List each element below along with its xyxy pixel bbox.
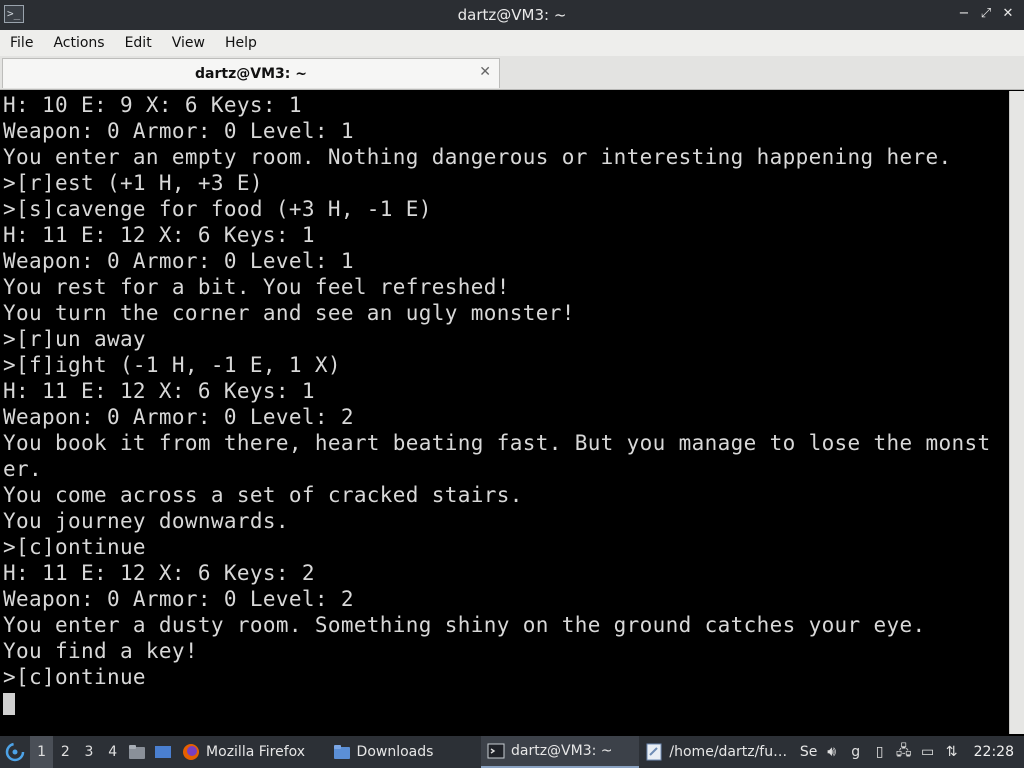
terminal-scrollbar[interactable] — [1009, 91, 1024, 734]
terminal-line: er. — [3, 457, 42, 481]
terminal-line: >[f]ight (-1 H, -1 E, 1 X) — [3, 353, 341, 377]
terminal-line: You find a key! — [3, 639, 198, 663]
terminal-line: Weapon: 0 Armor: 0 Level: 2 — [3, 587, 354, 611]
terminal-icon — [487, 743, 505, 759]
taskbar: 1 2 3 4 Mozilla Firefox Downloads dartz@… — [0, 736, 1024, 768]
task-settings[interactable]: Se — [798, 736, 822, 768]
terminal-line: You turn the corner and see an ugly mons… — [3, 301, 575, 325]
terminal-line: Weapon: 0 Armor: 0 Level: 1 — [3, 249, 354, 273]
terminal-app-icon: >_ — [4, 5, 24, 23]
firefox-icon — [183, 744, 200, 760]
window-controls: − ⤢ ✕ — [954, 4, 1018, 24]
workspace-1[interactable]: 1 — [29, 736, 54, 768]
terminal-line: >[s]cavenge for food (+3 H, -1 E) — [3, 197, 432, 221]
task-text-editor[interactable]: /home/dartz/fu… — [639, 736, 797, 768]
folder-icon — [333, 745, 350, 759]
clipboard-icon[interactable]: ▯ — [870, 744, 890, 760]
terminal-line: H: 11 E: 12 X: 6 Keys: 2 — [3, 561, 315, 585]
terminal-line: H: 11 E: 12 X: 6 Keys: 1 — [3, 379, 315, 403]
tab-close-icon[interactable]: ✕ — [479, 64, 491, 80]
task-label: Mozilla Firefox — [206, 744, 306, 760]
app-menu-icon — [5, 742, 25, 762]
tab-label: dartz@VM3: ~ — [195, 65, 307, 82]
volume-icon[interactable]: 🔊︎ — [822, 744, 842, 760]
workspace-2[interactable]: 2 — [53, 736, 77, 768]
menu-file[interactable]: File — [4, 30, 39, 56]
screen-icon[interactable]: ▭ — [918, 744, 938, 760]
task-firefox[interactable]: Mozilla Firefox — [176, 736, 327, 768]
terminal-line: >[c]ontinue — [3, 665, 146, 689]
clock[interactable]: 22:28 — [966, 744, 1020, 760]
terminal-line: Weapon: 0 Armor: 0 Level: 1 — [3, 119, 354, 143]
terminal-line: You enter a dusty room. Something shiny … — [3, 613, 926, 637]
terminal-line: H: 11 E: 12 X: 6 Keys: 1 — [3, 223, 315, 247]
network-icon[interactable]: 🖧︎ — [894, 740, 914, 764]
workspace-3[interactable]: 3 — [77, 736, 101, 768]
system-tray: 🔊︎ g ▯ 🖧︎ ▭ ⇅ 22:28 — [822, 740, 1024, 764]
maximize-button[interactable]: ⤢ — [976, 4, 996, 24]
task-label: Downloads — [356, 744, 434, 760]
terminal-line: >[r]est (+1 H, +3 E) — [3, 171, 263, 195]
menu-help[interactable]: Help — [219, 30, 263, 56]
window-title: dartz@VM3: ~ — [457, 6, 567, 24]
menu-bar: File Actions Edit View Help — [0, 30, 1024, 56]
text-cursor — [3, 693, 15, 715]
terminal-line: You book it from there, heart beating fa… — [3, 431, 991, 455]
terminal-cursor-line — [3, 690, 1009, 716]
task-terminal[interactable]: dartz@VM3: ~ — [481, 736, 640, 768]
terminal-line: You journey downwards. — [3, 509, 289, 533]
terminal-line: H: 10 E: 9 X: 6 Keys: 1 — [3, 93, 302, 117]
terminal-line: You rest for a bit. You feel refreshed! — [3, 275, 510, 299]
menu-edit[interactable]: Edit — [119, 30, 158, 56]
tab-bar: dartz@VM3: ~ ✕ — [0, 56, 1024, 90]
text-editor-icon — [646, 743, 662, 761]
task-label: /home/dartz/fu… — [669, 744, 788, 760]
terminal-line: Weapon: 0 Armor: 0 Level: 2 — [3, 405, 354, 429]
file-manager-launcher-icon[interactable] — [125, 736, 151, 768]
terminal-line: >[r]un away — [3, 327, 146, 351]
task-label: Se — [799, 744, 818, 760]
terminal-line: >[c]ontinue — [3, 535, 146, 559]
show-desktop-icon[interactable] — [150, 736, 176, 768]
menu-view[interactable]: View — [166, 30, 211, 56]
task-downloads[interactable]: Downloads — [327, 736, 481, 768]
terminal-output[interactable]: H: 10 E: 9 X: 6 Keys: 1 Weapon: 0 Armor: … — [0, 91, 1009, 734]
minimize-button[interactable]: − — [954, 4, 974, 24]
close-button[interactable]: ✕ — [998, 4, 1018, 24]
start-menu-button[interactable] — [0, 736, 30, 768]
workspace-4[interactable]: 4 — [101, 736, 125, 768]
terminal-line: You come across a set of cracked stairs. — [3, 483, 523, 507]
update-notifier-icon[interactable]: ⇅ — [942, 744, 962, 760]
tab-terminal[interactable]: dartz@VM3: ~ ✕ — [2, 58, 500, 88]
tray-g-label[interactable]: g — [846, 744, 866, 760]
task-label: dartz@VM3: ~ — [511, 743, 613, 759]
menu-actions[interactable]: Actions — [47, 30, 110, 56]
window-titlebar[interactable]: >_ dartz@VM3: ~ − ⤢ ✕ — [0, 0, 1024, 30]
terminal-line: You enter an empty room. Nothing dangero… — [3, 145, 952, 169]
